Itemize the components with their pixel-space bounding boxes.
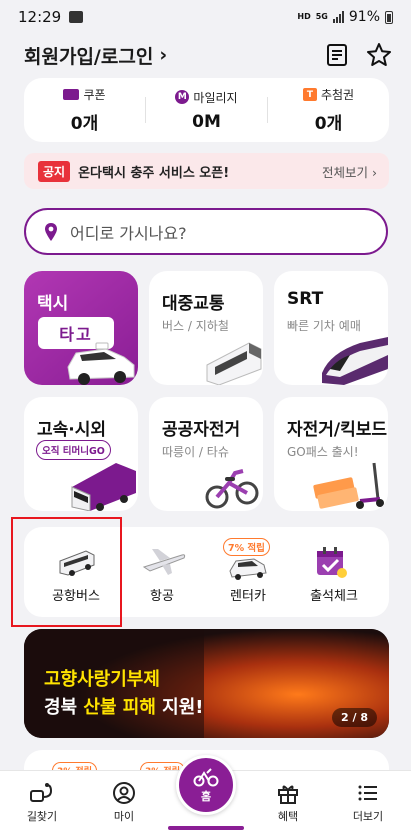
menu-list-icon <box>358 785 377 801</box>
login-link[interactable]: 회원가입/로그인 › <box>24 42 167 69</box>
taxi-car-icon <box>67 342 135 385</box>
srt-tile[interactable]: SRT 빠른 기차 예매 <box>274 271 388 385</box>
taxi-tile[interactable]: 택시 타고 <box>24 271 138 385</box>
nav-route-label: 길찾기 <box>26 810 58 823</box>
chevron-right-icon: › <box>159 44 168 66</box>
login-label: 회원가입/로그인 <box>24 45 154 68</box>
destination-search-input[interactable]: 어디로 가시나요? <box>24 208 388 255</box>
srt-subtitle: 빠른 기차 예매 <box>287 319 361 333</box>
nav-my-label: 마이 <box>113 810 135 823</box>
active-tab-indicator <box>168 826 244 830</box>
calendar-check-icon <box>317 547 347 578</box>
battery-icon <box>385 10 393 24</box>
air-button[interactable]: 항공 <box>118 527 206 617</box>
srt-title: SRT <box>287 289 324 309</box>
status-bar: 12:29 HD 5G 91% <box>0 0 411 34</box>
star-icon[interactable] <box>366 42 392 68</box>
go-pass-scooter-icon <box>313 462 384 509</box>
taxi-title: 택시 <box>37 294 69 314</box>
subway-train-icon <box>206 342 262 385</box>
notice-badge: 공지 <box>38 160 71 182</box>
srt-train-icon <box>322 337 388 385</box>
banner-subtitle: 경북 산불 피해 지원! <box>44 693 204 719</box>
coupon-count: 0개 <box>70 114 99 134</box>
intercity-title: 고속·시외 <box>37 420 107 440</box>
nav-benefit-label: 혜택 <box>277 810 299 823</box>
signal-icon <box>332 11 344 23</box>
banner-page-indicator: 2 / 8 <box>332 708 377 727</box>
rentcar-button[interactable]: 7% 적립 렌터카 <box>204 527 292 617</box>
bicycle-icon <box>205 469 259 509</box>
quick-menu: 공항버스 항공 7% 적립 렌터카 출석체크 <box>24 527 389 617</box>
user-icon <box>113 782 135 804</box>
public-transit-subtitle: 버스 / 지하철 <box>162 319 229 333</box>
attendance-label: 출석체크 <box>310 589 358 604</box>
header: 회원가입/로그인 › <box>24 40 392 70</box>
airport-bus-button[interactable]: 공항버스 <box>32 527 120 617</box>
gallery-notification-icon <box>69 11 84 23</box>
public-transit-tile[interactable]: 대중교통 버스 / 지하철 <box>149 271 263 385</box>
battery-level: 91% <box>348 9 380 25</box>
nav-more[interactable]: 더보기 <box>338 781 398 824</box>
gift-icon <box>278 785 298 804</box>
location-pin-icon <box>45 222 57 241</box>
banner-subtitle-a: 경북 <box>44 697 84 718</box>
status-time: 12:29 <box>18 8 62 26</box>
hd-network-icon: HD <box>297 12 311 21</box>
air-label: 항공 <box>150 589 174 604</box>
notice-view-all-link[interactable]: 전체보기 › <box>322 162 377 181</box>
nav-home-label: 홈 <box>200 789 212 803</box>
benefit-summary-card: 쿠폰 0개 M 마일리지 0M T 추첨권 0개 <box>24 78 389 142</box>
public-transit-title: 대중교통 <box>162 294 225 314</box>
banner-title: 고향사랑기부제 <box>44 669 160 690</box>
banner-subtitle-c: 지원! <box>155 697 204 718</box>
public-bike-tile[interactable]: 공공자전거 따릉이 / 타슈 <box>149 397 263 511</box>
promo-banner[interactable]: 고향사랑기부제 경북 산불 피해 지원! 2 / 8 <box>24 629 389 738</box>
lottery-count: 0개 <box>314 114 343 134</box>
airport-bus-label: 공항버스 <box>52 589 100 604</box>
mileage-icon: M <box>175 90 190 104</box>
nav-benefit[interactable]: 혜택 <box>258 781 318 824</box>
receipt-icon[interactable] <box>326 43 348 67</box>
kickboard-tile[interactable]: 자전거/킥보드 GO패스 출시! <box>274 397 388 511</box>
public-bike-title: 공공자전거 <box>162 420 241 440</box>
airplane-icon <box>142 549 186 575</box>
mileage-label: 마일리지 <box>193 90 238 105</box>
lottery-ticket-icon: T <box>302 88 317 101</box>
banner-subtitle-highlight: 산불 피해 <box>83 697 156 718</box>
coupon-icon <box>63 89 80 100</box>
rentcar-icon <box>229 558 267 580</box>
route-icon <box>30 783 53 802</box>
notice-text: 온다택시 충주 서비스 오픈! <box>78 165 230 181</box>
public-bike-subtitle: 따릉이 / 타슈 <box>162 445 229 459</box>
airport-bus-icon <box>59 550 95 576</box>
rentcar-label: 렌터카 <box>230 589 266 604</box>
coupon-summary[interactable]: 쿠폰 0개 <box>24 86 145 134</box>
search-placeholder: 어디로 가시나요? <box>70 223 187 243</box>
nav-more-label: 더보기 <box>352 810 384 823</box>
attendance-check-button[interactable]: 출석체크 <box>290 527 378 617</box>
mileage-value: 0M <box>192 111 221 132</box>
coupon-label: 쿠폰 <box>83 88 106 102</box>
intercity-bus-tile[interactable]: 고속·시외 오직 티머니GO <box>24 397 138 511</box>
mobility-home-icon <box>193 767 219 786</box>
nav-route[interactable]: 길찾기 <box>12 781 72 824</box>
nav-home-button[interactable]: 홈 <box>176 755 236 815</box>
notice-bar[interactable]: 공지 온다택시 충주 서비스 오픈! 전체보기 › <box>24 153 389 189</box>
lottery-summary[interactable]: T 추첨권 0개 <box>268 86 389 134</box>
5g-network-icon: 5G <box>315 12 328 21</box>
kickboard-title: 자전거/킥보드 <box>287 420 388 440</box>
nav-my[interactable]: 마이 <box>94 781 154 824</box>
lottery-label: 추첨권 <box>320 88 355 102</box>
express-bus-icon <box>71 463 136 511</box>
mileage-summary[interactable]: M 마일리지 0M <box>146 89 267 132</box>
